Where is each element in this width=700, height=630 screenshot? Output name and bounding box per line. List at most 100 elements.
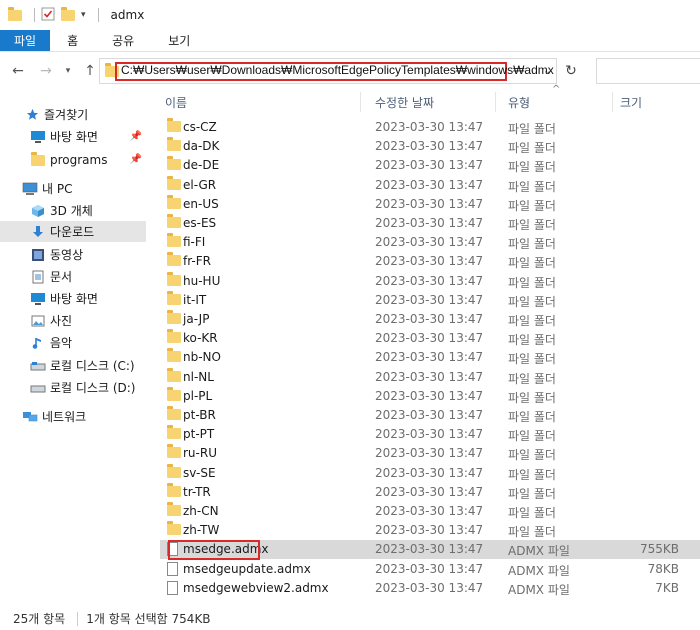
table-row[interactable]: el-GR 2023-03-30 13:47 파일 폴더 bbox=[160, 175, 700, 195]
table-row[interactable]: ko-KR 2023-03-30 13:47 파일 폴더 bbox=[160, 329, 700, 348]
table-row[interactable]: msedgewebview2.admx 2023-03-30 13:47 ADMX … bbox=[160, 579, 700, 598]
pin-icon[interactable]: 📌 bbox=[130, 131, 142, 142]
tab-file[interactable]: 파일 bbox=[0, 30, 51, 51]
table-row[interactable]: fr-FR 2023-03-30 13:47 파일 폴더 bbox=[160, 252, 700, 271]
recent-locations-chevron-icon[interactable]: ▾ bbox=[57, 60, 79, 82]
sidebar-item-quick-access[interactable]: 즐겨찾기 bbox=[24, 104, 146, 125]
table-row[interactable]: pt-PT 2023-03-30 13:47 파일 폴더 bbox=[160, 425, 700, 444]
file-type: 파일 폴더 bbox=[508, 179, 556, 194]
file-name: hu-HU bbox=[183, 273, 221, 288]
table-row[interactable]: nl-NL 2023-03-30 13:47 파일 폴더 bbox=[160, 367, 700, 387]
properties-check-icon[interactable] bbox=[41, 7, 55, 24]
column-divider[interactable] bbox=[495, 92, 496, 112]
file-name: es-ES bbox=[183, 216, 217, 230]
file-date: 2023-03-30 13:47 bbox=[375, 369, 484, 384]
sidebar-item-network[interactable]: 네트워크 bbox=[22, 406, 146, 427]
column-divider[interactable] bbox=[612, 92, 613, 112]
address-path[interactable]: C:₩Users₩user₩Downloads₩MicrosoftEdgePol… bbox=[121, 63, 554, 77]
table-row[interactable]: zh-TW 2023-03-30 13:47 파일 폴더 bbox=[160, 521, 700, 540]
tab-share[interactable]: 공유 bbox=[95, 30, 151, 51]
address-bar[interactable]: C:₩Users₩user₩Downloads₩MicrosoftEdgePol… bbox=[99, 58, 557, 84]
back-arrow-icon[interactable]: ← bbox=[7, 60, 29, 82]
folder-icon[interactable] bbox=[8, 7, 22, 21]
file-type: ADMX 파일 bbox=[508, 582, 570, 597]
file-date: 2023-03-30 13:47 bbox=[375, 235, 484, 250]
desktop-icon bbox=[30, 129, 46, 145]
file-type: 파일 폴더 bbox=[508, 122, 556, 136]
folder-icon bbox=[167, 386, 181, 403]
table-row[interactable]: sv-SE 2023-03-30 13:47 파일 폴더 bbox=[160, 463, 700, 483]
tab-home[interactable]: 홈 bbox=[50, 30, 95, 51]
file-date: 2023-03-30 13:47 bbox=[375, 580, 484, 595]
table-row[interactable]: ja-JP 2023-03-30 13:47 파일 폴더 bbox=[160, 310, 700, 329]
table-row[interactable]: da-DK 2023-03-30 13:47 파일 폴더 bbox=[160, 137, 700, 156]
table-row[interactable]: tr-TR 2023-03-30 13:47 파일 폴더 bbox=[160, 482, 700, 502]
table-row[interactable]: de-DE 2023-03-30 13:47 파일 폴더 bbox=[160, 156, 700, 175]
table-row[interactable]: ru-RU 2023-03-30 13:47 파일 폴더 bbox=[160, 444, 700, 463]
file-type: 파일 폴더 bbox=[508, 275, 556, 290]
sort-ascending-caret-icon: ^ bbox=[552, 84, 561, 95]
file-type: 파일 폴더 bbox=[508, 410, 556, 424]
table-row[interactable]: pt-BR 2023-03-30 13:47 파일 폴더 bbox=[160, 406, 700, 425]
table-row[interactable]: es-ES 2023-03-30 13:47 파일 폴더 bbox=[160, 214, 700, 233]
pin-icon[interactable]: 📌 bbox=[130, 154, 142, 165]
file-name: zh-CN bbox=[183, 504, 219, 518]
column-header-size[interactable]: 크기 bbox=[620, 90, 700, 114]
sidebar-item-programs[interactable]: programs 📌 bbox=[30, 149, 146, 170]
sidebar-item-this-pc[interactable]: 내 PC bbox=[22, 178, 146, 199]
table-row[interactable]: fi-FI 2023-03-30 13:47 파일 폴더 bbox=[160, 233, 700, 252]
table-row[interactable]: msedge.admx 2023-03-30 13:47 ADMX 파일 755KB bbox=[160, 540, 700, 561]
file-date: 2023-03-30 13:47 bbox=[375, 158, 484, 173]
cube-icon bbox=[30, 203, 46, 219]
sidebar-item-3d-objects[interactable]: 3D 개체 bbox=[30, 200, 146, 221]
quick-access-dropdown-icon[interactable]: ▾ bbox=[81, 10, 86, 20]
highlight-box bbox=[168, 540, 260, 561]
file-type: ADMX 파일 bbox=[508, 563, 570, 578]
table-row[interactable]: nb-NO 2023-03-30 13:47 파일 폴더 bbox=[160, 348, 700, 367]
sidebar-item-pictures[interactable]: 사진 bbox=[30, 310, 146, 331]
table-row[interactable]: en-US 2023-03-30 13:47 파일 폴더 bbox=[160, 194, 700, 214]
file-name: nb-NO bbox=[183, 350, 221, 365]
file-date: 2023-03-30 13:47 bbox=[375, 542, 484, 557]
tab-view[interactable]: 보기 bbox=[151, 30, 207, 51]
table-row[interactable]: msedgeupdate.admx 2023-03-30 13:47 ADMX 파일… bbox=[160, 560, 700, 579]
sidebar-item-local-disk-c[interactable]: 로컬 디스크 (C:) bbox=[30, 355, 146, 376]
file-date: 2023-03-30 13:47 bbox=[375, 196, 484, 211]
file-name: tr-TR bbox=[183, 484, 211, 499]
chevron-down-icon[interactable]: ⌄ bbox=[543, 64, 552, 77]
ribbon-tabs: 파일 홈 공유 보기 bbox=[0, 30, 700, 52]
forward-arrow-icon[interactable]: → bbox=[35, 60, 57, 82]
column-divider[interactable] bbox=[360, 92, 361, 112]
file-type: 파일 폴더 bbox=[508, 237, 556, 252]
table-row[interactable]: hu-HU 2023-03-30 13:47 파일 폴더 bbox=[160, 271, 700, 291]
sidebar-item-desktop-pinned[interactable]: 바탕 화면 📌 bbox=[30, 126, 146, 147]
up-arrow-icon[interactable]: ↑ bbox=[79, 60, 101, 82]
folder-icon bbox=[167, 310, 181, 326]
new-folder-icon[interactable] bbox=[61, 7, 75, 21]
table-row[interactable]: it-IT 2023-03-30 13:47 파일 폴더 bbox=[160, 290, 700, 310]
sidebar-item-desktop[interactable]: 바탕 화면 bbox=[30, 288, 146, 309]
file-name: el-GR bbox=[183, 177, 217, 192]
column-header-date[interactable]: 수정한 날짜 bbox=[375, 90, 505, 114]
sidebar-item-documents[interactable]: 문서 bbox=[30, 266, 146, 287]
refresh-icon[interactable]: ↻ bbox=[560, 58, 582, 84]
file-type: 파일 폴더 bbox=[508, 506, 556, 520]
folder-icon bbox=[167, 425, 181, 441]
sidebar-item-music[interactable]: 음악 bbox=[30, 332, 146, 353]
sidebar-item-local-disk-d[interactable]: 로컬 디스크 (D:) bbox=[30, 377, 146, 398]
table-row[interactable]: zh-CN 2023-03-30 13:47 파일 폴더 bbox=[160, 502, 700, 521]
folder-icon bbox=[167, 329, 181, 345]
search-input[interactable] bbox=[596, 58, 700, 84]
sidebar-item-downloads[interactable]: 다운로드 bbox=[0, 221, 146, 242]
file-date: 2023-03-30 13:47 bbox=[375, 446, 484, 461]
folder-icon bbox=[167, 156, 181, 172]
file-name: zh-TW bbox=[183, 523, 220, 538]
table-row[interactable]: pl-PL 2023-03-30 13:47 파일 폴더 bbox=[160, 386, 700, 406]
file-name: da-DK bbox=[183, 139, 220, 154]
sidebar-item-videos[interactable]: 동영상 bbox=[30, 244, 146, 265]
sidebar-item-label: programs bbox=[50, 152, 108, 167]
navigation-pane: 즐겨찾기 바탕 화면 📌 programs 📌 내 PC 3D 개체 다운로드 … bbox=[0, 90, 150, 600]
column-header-name[interactable]: 이름 bbox=[165, 90, 365, 114]
file-type: 파일 폴더 bbox=[508, 390, 556, 405]
table-row[interactable]: cs-CZ 2023-03-30 13:47 파일 폴더 bbox=[160, 118, 700, 137]
